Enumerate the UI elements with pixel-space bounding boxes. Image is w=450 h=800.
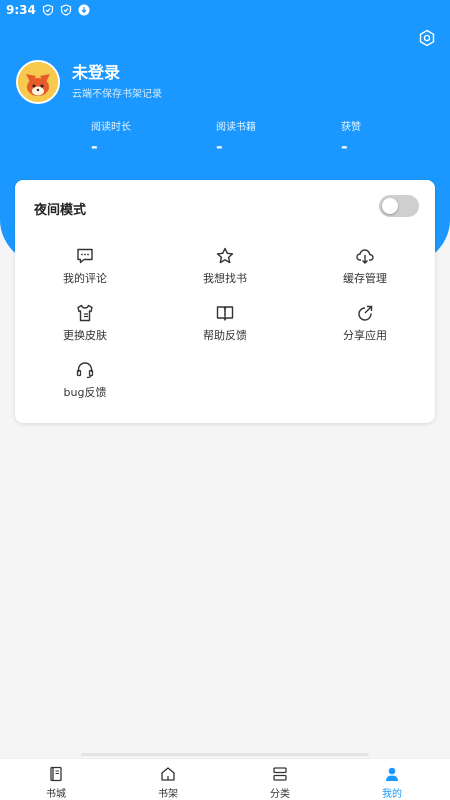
nav-label: 书架 xyxy=(158,789,178,800)
night-mode-label: 夜间模式 xyxy=(34,203,87,218)
stat-likes: 获赞 - xyxy=(341,118,441,156)
comment-icon xyxy=(77,248,93,264)
cloud-download-icon xyxy=(356,249,374,264)
username[interactable]: 未登录 xyxy=(72,59,120,83)
menu-item-label: 更换皮肤 xyxy=(63,329,107,342)
stat-label: 阅读书籍 xyxy=(216,122,256,133)
stat-books-read: 阅读书籍 - xyxy=(216,118,316,156)
menu-item-bug-feedback[interactable]: bug反馈 xyxy=(15,360,155,402)
help-book-icon xyxy=(216,306,234,321)
menu-item-share-app[interactable]: 分享应用 xyxy=(295,303,435,345)
gear-icon xyxy=(419,29,435,47)
headset-icon xyxy=(76,362,94,379)
stat-label: 阅读时长 xyxy=(91,122,131,133)
bottom-navigation: 书城 书架 分类 我的 xyxy=(0,758,450,800)
menu-item-label: 缓存管理 xyxy=(343,272,387,285)
menu-item-label: 帮助反馈 xyxy=(203,329,247,342)
share-icon xyxy=(358,305,373,321)
menu-item-my-comments[interactable]: 我的评论 xyxy=(15,246,155,288)
stat-value: - xyxy=(216,137,223,156)
stat-value: - xyxy=(91,137,98,156)
nav-bookshelf[interactable]: 书架 xyxy=(112,765,224,800)
menu-item-label: 我想找书 xyxy=(203,272,247,285)
stat-reading-time: 阅读时长 - xyxy=(91,118,191,156)
nav-label: 书城 xyxy=(46,789,66,800)
nav-bookstore[interactable]: 书城 xyxy=(0,765,112,800)
night-mode-toggle[interactable] xyxy=(379,195,419,217)
home-icon xyxy=(161,767,175,781)
menu-item-find-book[interactable]: 我想找书 xyxy=(155,246,295,288)
menu-item-label: 分享应用 xyxy=(343,329,387,342)
stat-value: - xyxy=(341,137,348,156)
nav-category[interactable]: 分类 xyxy=(224,765,336,800)
menu-card: 夜间模式 我的评论 我想找书 缓存管理 更换皮肤 帮助反馈 分享应用 bug反馈 xyxy=(15,180,435,423)
avatar[interactable] xyxy=(16,60,60,104)
stat-label: 获赞 xyxy=(341,122,361,133)
fox-avatar-icon xyxy=(18,62,58,102)
profile-subtitle: 云端不保存书架记录 xyxy=(72,89,162,100)
star-icon xyxy=(216,247,234,264)
menu-item-label: bug反馈 xyxy=(63,386,107,399)
category-icon xyxy=(273,767,287,781)
nav-label: 分类 xyxy=(270,789,290,800)
status-time: 9:34 xyxy=(6,3,36,17)
download-status-icon xyxy=(78,4,90,16)
nav-mine[interactable]: 我的 xyxy=(336,765,448,800)
menu-item-cache-management[interactable]: 缓存管理 xyxy=(295,246,435,288)
shield-check-icon xyxy=(60,4,72,16)
toggle-knob xyxy=(382,198,398,214)
user-icon xyxy=(386,767,398,781)
status-bar: 9:34 xyxy=(0,0,450,20)
settings-gear-button[interactable] xyxy=(416,27,438,49)
book-icon xyxy=(50,766,62,782)
menu-item-label: 我的评论 xyxy=(63,272,107,285)
menu-item-change-skin[interactable]: 更换皮肤 xyxy=(15,303,155,345)
shirt-icon xyxy=(77,304,93,322)
menu-item-help-feedback[interactable]: 帮助反馈 xyxy=(155,303,295,345)
horizontal-scrollbar[interactable] xyxy=(81,753,369,756)
shield-icon xyxy=(42,4,54,16)
nav-label: 我的 xyxy=(382,789,402,800)
